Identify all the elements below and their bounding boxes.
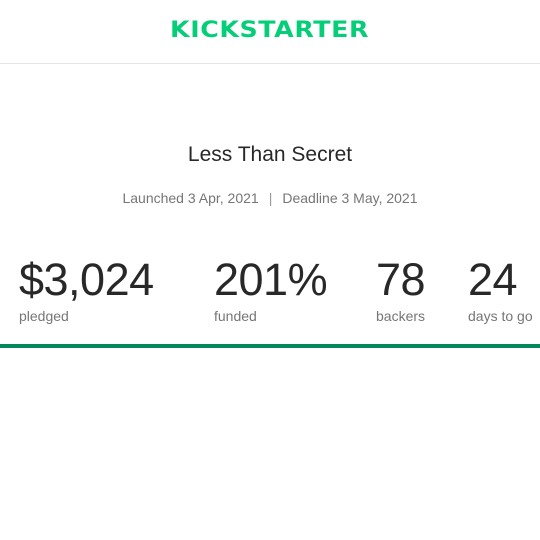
days-to-go-count: 24	[468, 254, 518, 305]
pledged-label: pledged	[19, 308, 69, 324]
days-to-go-label: days to go	[468, 308, 533, 324]
funding-progress-fill	[0, 344, 540, 348]
project-title: Less Than Secret	[187, 143, 353, 166]
backers-count: 78	[376, 254, 426, 305]
stat-days-to-go: 24 days to go	[468, 254, 533, 324]
stat-funded: 201% funded	[214, 254, 328, 324]
campaign-dates: Launched 3 Apr, 2021 | Deadline 3 May, 202…	[0, 190, 540, 206]
stat-backers: 78 backers	[376, 254, 426, 324]
funding-progress-bar	[0, 344, 540, 348]
funded-label: funded	[214, 308, 257, 324]
backers-label: backers	[376, 308, 426, 324]
deadline-date: Deadline 3 May, 2021	[282, 190, 418, 206]
pledged-amount: $3,024	[19, 254, 154, 305]
date-separator: |	[268, 190, 273, 206]
launched-date: Launched 3 Apr, 2021	[122, 190, 259, 206]
funded-percent: 201%	[214, 254, 328, 305]
stat-pledged: $3,024 pledged	[19, 254, 154, 324]
site-header: KICKSTARTER	[0, 0, 540, 64]
kickstarter-logo[interactable]: KICKSTARTER	[171, 18, 370, 43]
